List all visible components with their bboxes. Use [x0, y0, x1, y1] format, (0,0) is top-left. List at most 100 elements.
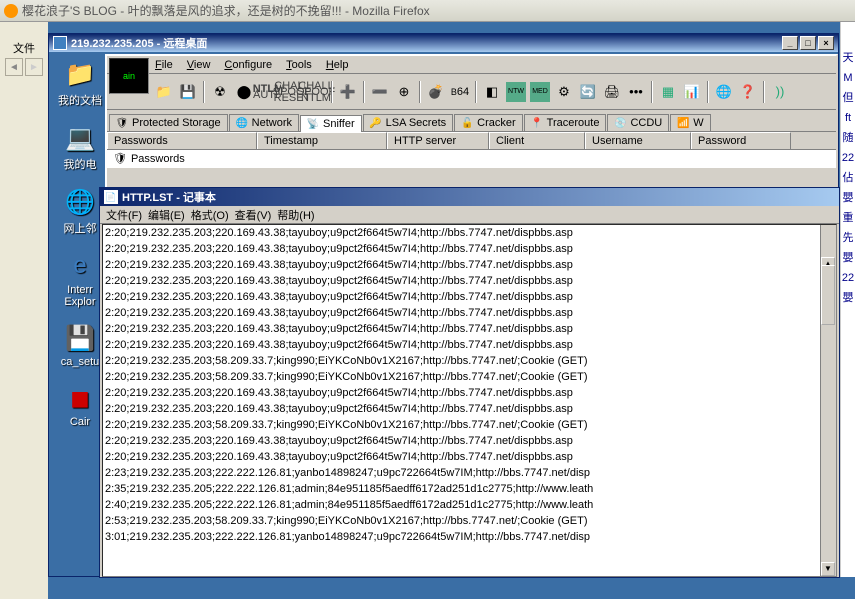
cain-menu-view[interactable]: View — [187, 59, 211, 71]
tab-network[interactable]: 🌐Network — [229, 114, 299, 131]
desktop-icon-0[interactable]: 📁我的文档 — [55, 58, 105, 108]
desktop-icon-label: 我的文档 — [58, 92, 102, 108]
desktop-icon-label: Cair — [70, 416, 90, 428]
bg-fragment: 嬰 — [843, 290, 854, 306]
desktop-icon-5[interactable]: ◼Cair — [55, 382, 105, 428]
column-username[interactable]: Username — [585, 132, 691, 149]
cain-grid: PasswordsTimestampHTTP serverClientUsern… — [107, 132, 836, 168]
tab-label: Sniffer — [323, 118, 355, 130]
tab-label: LSA Secrets — [386, 117, 447, 129]
notepad-menu-item[interactable]: 帮助(H) — [277, 207, 314, 223]
chall-ntlm-icon[interactable]: CHALLSPOOFNTLM — [305, 81, 327, 103]
rdp-icon — [53, 36, 67, 50]
bg-fragment: 22 — [842, 270, 854, 286]
open-icon[interactable]: 📁 — [153, 81, 175, 103]
nw1-icon[interactable]: NTW — [505, 81, 527, 103]
grid-header: PasswordsTimestampHTTP serverClientUsern… — [107, 132, 836, 150]
maximize-button[interactable]: □ — [800, 36, 816, 50]
desktop-glyph-icon: e — [64, 250, 96, 282]
notepad-menu-item[interactable]: 文件(F) — [106, 207, 142, 223]
tool1-icon[interactable]: ◧ — [481, 81, 503, 103]
tab-label: Protected Storage — [132, 117, 221, 129]
notepad-menu-item[interactable]: 编辑(E) — [148, 207, 185, 223]
bg-fragment: 22 — [842, 150, 854, 166]
tab-protected-storage[interactable]: 🛡 Protected Storage — [109, 114, 228, 131]
grid-row[interactable]: 🛡 Passwords — [107, 150, 836, 167]
firefox-icon — [4, 4, 18, 18]
firefox-menu-file[interactable]: 文件 — [13, 40, 35, 56]
gear-icon[interactable]: ⚙ — [553, 81, 575, 103]
minus-icon[interactable]: ➖ — [369, 81, 391, 103]
minimize-button[interactable]: _ — [782, 36, 798, 50]
column-password[interactable]: Password — [691, 132, 791, 149]
desktop-glyph-icon: 💻 — [64, 122, 96, 154]
column-http-server[interactable]: HTTP server — [387, 132, 489, 149]
notepad-titlebar[interactable]: 📄 HTTP.LST - 记事本 — [100, 188, 839, 206]
cain-menu-tools[interactable]: Tools — [286, 59, 312, 71]
radio-icon[interactable]: ☢ — [209, 81, 231, 103]
bg-fragment: 但 — [843, 90, 854, 106]
tab-lsa-secrets[interactable]: 🔑LSA Secrets — [363, 114, 454, 131]
notepad-menu-item[interactable]: 查看(V) — [235, 207, 272, 223]
desktop-icon-4[interactable]: 💾ca_setu — [55, 322, 105, 368]
add-icon[interactable]: ➕ — [337, 81, 359, 103]
bg-fragment: 嬰 — [843, 190, 854, 206]
notepad-menu-item[interactable]: 格式(O) — [191, 207, 229, 223]
firefox-title: 樱花浪子'S BLOG - 叶的飘落是风的追求，还是树的不挽留!!! - Moz… — [22, 2, 430, 19]
column-client[interactable]: Client — [489, 132, 585, 149]
column-passwords[interactable]: Passwords — [107, 132, 257, 149]
cain-menu-file[interactable]: File — [155, 59, 173, 71]
bomb-icon[interactable]: 💣 — [425, 81, 447, 103]
printer-icon[interactable]: 🖨 — [601, 81, 623, 103]
bg-fragment: ft — [845, 110, 851, 126]
tab-ccdu[interactable]: 💿CCDU — [607, 114, 669, 131]
scroll-down-icon[interactable]: ▼ — [821, 562, 835, 576]
desktop-glyph-icon: 💾 — [64, 322, 96, 354]
save-icon[interactable]: 💾 — [177, 81, 199, 103]
desktop-icon-1[interactable]: 💻我的电 — [55, 122, 105, 172]
cain-menu-help[interactable]: Help — [326, 59, 349, 71]
tab-icon: 📶 — [677, 117, 689, 129]
green1-icon[interactable]: ▦ — [657, 81, 679, 103]
notepad-window: 📄 HTTP.LST - 记事本 文件(F) 编辑(E) 格式(O) 查看(V) 帮助(… — [99, 187, 840, 578]
help-icon[interactable]: ❓ — [737, 81, 759, 103]
globe-icon[interactable]: 🌐 — [713, 81, 735, 103]
tab-icon: 🛡 — [116, 117, 128, 129]
notepad-textarea[interactable]: 2:20;219.232.235.203;220.169.43.38;tayub… — [102, 224, 837, 577]
bg-fragment: 天 — [843, 50, 854, 66]
b64-icon[interactable]: B64 — [449, 81, 471, 103]
bg-fragment: 重 — [843, 210, 854, 226]
tab-label: Cracker — [477, 117, 516, 129]
scroll-thumb[interactable] — [821, 265, 835, 325]
rdp-titlebar[interactable]: 219.232.235.205 - 远程桌面 _ □ × — [49, 34, 838, 52]
target-icon[interactable]: ⊕ — [393, 81, 415, 103]
wifi-icon[interactable]: )) — [769, 81, 791, 103]
firefox-sidebar: 文件 ◄ ► — [0, 22, 48, 599]
nuclear-icon[interactable]: ⬤ — [233, 81, 255, 103]
desktop-icon-2[interactable]: 🌐网上邻 — [55, 186, 105, 236]
desktop-icon-label: Interr Explor — [55, 284, 105, 308]
tab-sniffer[interactable]: 📡Sniffer — [300, 115, 362, 132]
column-timestamp[interactable]: Timestamp — [257, 132, 387, 149]
rdp-title: 219.232.235.205 - 远程桌面 — [71, 35, 207, 51]
cain-logo: ain — [109, 58, 149, 94]
folder-icon: 🛡 — [113, 152, 127, 165]
remote-desktop[interactable]: 📁我的文档💻我的电🌐网上邻eInterr Explor💾ca_setu◼Cair… — [49, 52, 838, 576]
dots-icon[interactable]: ••• — [625, 81, 647, 103]
back-button[interactable]: ◄ — [5, 58, 23, 76]
desktop-icon-3[interactable]: eInterr Explor — [55, 250, 105, 308]
nw2-icon[interactable]: MED — [529, 81, 551, 103]
bg-fragment: M — [843, 70, 852, 86]
refresh-icon[interactable]: 🔄 — [577, 81, 599, 103]
cain-menu-configure[interactable]: Configure — [224, 59, 272, 71]
chart-icon[interactable]: 📊 — [681, 81, 703, 103]
vertical-scrollbar[interactable]: ▲ ▼ — [820, 225, 836, 576]
forward-button[interactable]: ► — [25, 58, 43, 76]
tab-cracker[interactable]: 🔓 Cracker — [454, 114, 523, 131]
tab-icon: 🔓 — [461, 117, 473, 129]
bg-fragment: 随 — [843, 130, 854, 146]
close-button[interactable]: × — [818, 36, 834, 50]
tab-w[interactable]: 📶W — [670, 114, 710, 131]
firefox-titlebar: 樱花浪子'S BLOG - 叶的飘落是风的追求，还是树的不挽留!!! - Moz… — [0, 0, 855, 22]
tab-traceroute[interactable]: 📍Traceroute — [524, 114, 607, 131]
